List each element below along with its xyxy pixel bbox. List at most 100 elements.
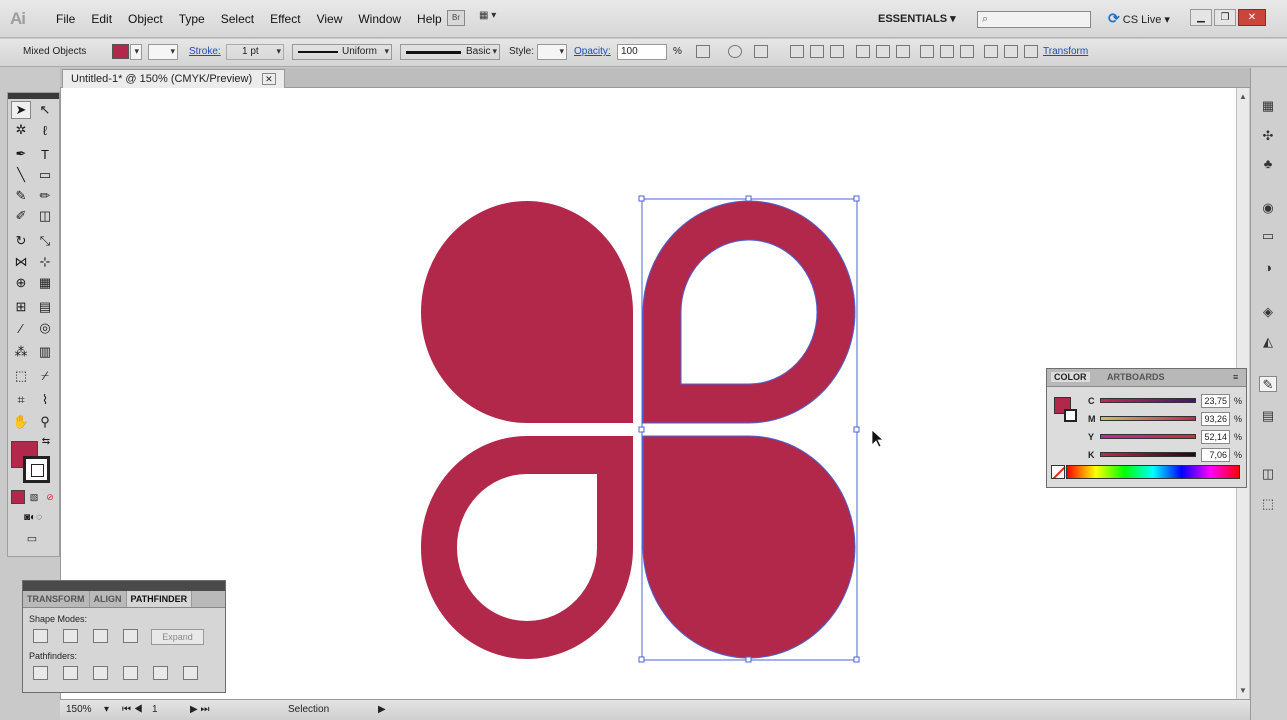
outline-icon[interactable] xyxy=(153,666,168,680)
crop-tool-icon[interactable]: ⌗ xyxy=(11,391,31,409)
tab-transform[interactable]: TRANSFORM xyxy=(23,591,90,607)
status-menu-icon[interactable]: ▶ xyxy=(378,704,386,715)
current-tool-status[interactable]: Selection xyxy=(288,704,329,715)
slice-tool-icon[interactable]: ⌿ xyxy=(35,367,55,385)
tools-panel: ➤ ↖ ✲ ℓ ✒ T ╲ ▭ ✎ ✏ ✐ ◫ ↻ ⤡ ⋈ ⊹ ⊕ ▦ ⊞ ▤ … xyxy=(7,92,60,557)
appearance-icon[interactable]: ◈ xyxy=(1259,304,1277,320)
zoom-tool-icon[interactable]: ⚲ xyxy=(35,413,55,431)
divide-icon[interactable] xyxy=(33,666,48,680)
color-guide-icon[interactable]: ▤ xyxy=(1259,408,1277,424)
zoom-dropdown-icon[interactable]: ▾ xyxy=(104,704,109,715)
trim-icon[interactable] xyxy=(63,666,78,680)
color-panel-menu-icon[interactable]: ≡ xyxy=(1233,372,1238,382)
zoom-level[interactable]: 150% xyxy=(66,704,92,715)
blend-tool-icon[interactable]: ◎ xyxy=(35,319,55,337)
intersect-icon[interactable] xyxy=(93,629,108,643)
graphic-styles-icon[interactable]: ◭ xyxy=(1259,334,1277,350)
unite-icon[interactable] xyxy=(33,629,48,643)
cyan-slider[interactable] xyxy=(1100,398,1196,403)
swatches-icon[interactable]: ▦ xyxy=(1259,98,1277,114)
transparency-icon[interactable]: ◑ xyxy=(1259,260,1277,276)
type-tool-icon[interactable]: T xyxy=(35,145,55,163)
yellow-value-input[interactable]: 52,14 xyxy=(1201,430,1230,444)
blob-brush-tool-icon[interactable]: ✐ xyxy=(11,207,31,225)
tab-color[interactable]: COLOR xyxy=(1051,372,1090,382)
eraser-tool-icon[interactable]: ◫ xyxy=(35,207,55,225)
paintbrush-tool-icon[interactable]: ✎ xyxy=(11,187,31,205)
scroll-down-icon[interactable]: ▼ xyxy=(1239,686,1247,695)
mesh-tool-icon[interactable]: ⊞ xyxy=(11,298,31,316)
pencil-tool-icon[interactable]: ✏ xyxy=(35,187,55,205)
black-label: K xyxy=(1088,450,1095,460)
color-mode-icon[interactable] xyxy=(11,490,25,504)
layers-icon[interactable]: ◫ xyxy=(1259,466,1277,482)
stroke-icon[interactable]: ◉ xyxy=(1259,200,1277,216)
artboard-nav-prev-icon[interactable]: ⏮ ◀ xyxy=(122,704,143,715)
swap-fill-stroke-icon[interactable]: ⇆ xyxy=(40,435,52,447)
yellow-slider[interactable] xyxy=(1100,434,1196,439)
symbol-sprayer-tool-icon[interactable]: ⁂ xyxy=(11,343,31,361)
rotate-tool-icon[interactable]: ↻ xyxy=(11,232,31,250)
color-panel-dock-icon[interactable]: ✎ xyxy=(1259,376,1277,392)
artboard-number[interactable]: 1 xyxy=(152,704,158,715)
right-panel-dock: ▦ ✣ ♣ ◉ ▭ ◑ ◈ ◭ ✎ ▤ ◫ ⬚ xyxy=(1250,68,1287,720)
width-tool-icon[interactable]: ⋈ xyxy=(11,253,31,271)
minus-front-icon[interactable] xyxy=(63,629,78,643)
artboard-nav-next-icon[interactable]: ▶ ⏭ xyxy=(190,704,209,715)
cyan-value-input[interactable]: 23,75 xyxy=(1201,394,1230,408)
eyedropper-tool-icon[interactable]: ⁄ xyxy=(11,319,31,337)
line-tool-icon[interactable]: ╲ xyxy=(11,166,31,184)
tab-pathfinder[interactable]: PATHFINDER xyxy=(126,591,193,607)
knife-tool-icon[interactable]: ⌇ xyxy=(35,391,55,409)
cyan-label: C xyxy=(1088,396,1095,406)
artboard-tool-icon[interactable]: ⬚ xyxy=(11,367,31,385)
stroke-color-box[interactable] xyxy=(23,456,50,483)
none-swatch-icon[interactable] xyxy=(1051,465,1065,479)
selection-tool-icon[interactable]: ➤ xyxy=(11,101,31,119)
pathfinder-panel-titlebar[interactable] xyxy=(23,581,225,591)
expand-button[interactable]: Expand xyxy=(151,629,204,645)
pathfinders-label: Pathfinders: xyxy=(29,651,78,661)
exclude-icon[interactable] xyxy=(123,629,138,643)
gradient-icon[interactable]: ▭ xyxy=(1259,228,1277,244)
magenta-label: M xyxy=(1088,414,1096,424)
direct-selection-tool-icon[interactable]: ↖ xyxy=(35,101,55,119)
shape-builder-tool-icon[interactable]: ⊕ xyxy=(11,274,31,292)
shape-bottom-left-drop-outline[interactable] xyxy=(420,436,633,659)
black-slider[interactable] xyxy=(1100,452,1196,457)
hand-tool-icon[interactable]: ✋ xyxy=(11,413,31,431)
crop-icon[interactable] xyxy=(123,666,138,680)
shape-top-left-drop[interactable] xyxy=(421,201,633,423)
artboards-icon[interactable]: ⬚ xyxy=(1259,496,1277,512)
black-value-input[interactable]: 7,06 xyxy=(1201,448,1230,462)
color-spectrum[interactable] xyxy=(1066,465,1240,479)
magenta-value-input[interactable]: 93,26 xyxy=(1201,412,1230,426)
lasso-tool-icon[interactable]: ℓ xyxy=(35,121,55,139)
merge-icon[interactable] xyxy=(93,666,108,680)
shape-top-right-drop-outline[interactable] xyxy=(643,201,855,423)
shape-bottom-right-drop[interactable] xyxy=(643,436,855,658)
tab-align[interactable]: ALIGN xyxy=(90,591,127,607)
rectangle-tool-icon[interactable]: ▭ xyxy=(35,166,55,184)
mouse-cursor-icon xyxy=(871,429,885,448)
tools-panel-grip[interactable] xyxy=(8,93,59,99)
gradient-tool-icon[interactable]: ▤ xyxy=(35,298,55,316)
tab-artboards[interactable]: ARTBOARDS xyxy=(1107,372,1165,382)
pen-tool-icon[interactable]: ✒ xyxy=(11,145,31,163)
minus-back-icon[interactable] xyxy=(183,666,198,680)
gradient-mode-icon[interactable]: ▧ xyxy=(27,490,41,504)
scroll-up-icon[interactable]: ▲ xyxy=(1239,92,1247,101)
perspective-grid-tool-icon[interactable]: ▦ xyxy=(35,274,55,292)
drawing-modes-icon[interactable]: ◙◐◌ xyxy=(11,510,55,524)
color-panel-stroke-swatch[interactable] xyxy=(1064,409,1077,422)
none-mode-icon[interactable]: ⊘ xyxy=(43,490,57,504)
brushes-icon[interactable]: ✣ xyxy=(1259,128,1277,144)
screen-mode-icon[interactable]: ▭ xyxy=(20,531,44,545)
column-graph-tool-icon[interactable]: ▥ xyxy=(35,343,55,361)
free-transform-tool-icon[interactable]: ⊹ xyxy=(35,253,55,271)
symbols-icon[interactable]: ♣ xyxy=(1259,156,1277,172)
magenta-slider[interactable] xyxy=(1100,416,1196,421)
black-percent: % xyxy=(1234,450,1243,460)
scale-tool-icon[interactable]: ⤡ xyxy=(35,232,55,250)
magic-wand-tool-icon[interactable]: ✲ xyxy=(11,121,31,139)
